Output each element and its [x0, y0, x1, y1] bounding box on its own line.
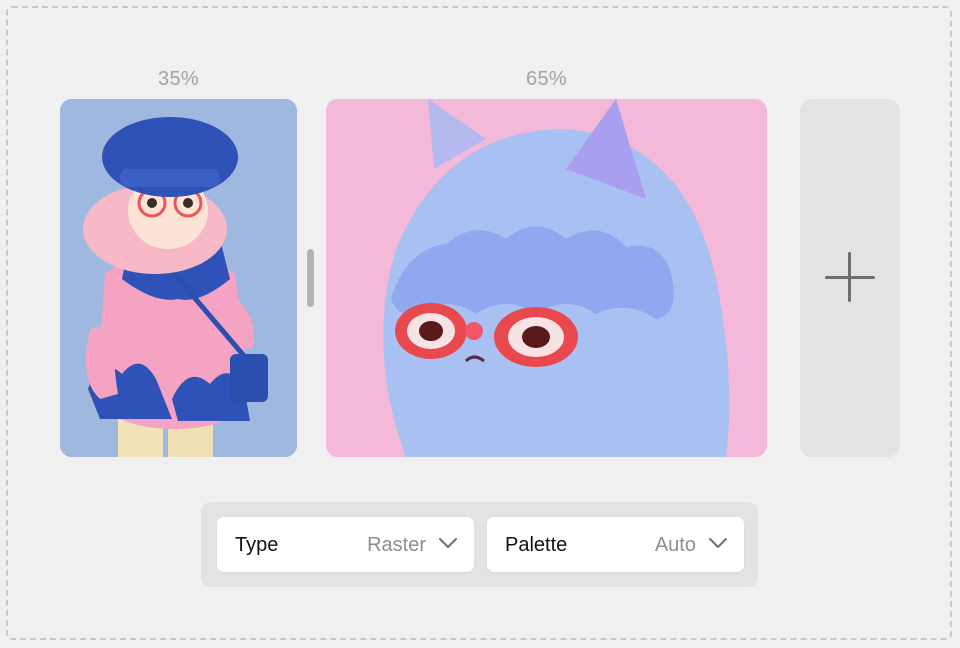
type-select[interactable]: Type Raster — [217, 517, 474, 572]
options-toolbar: Type Raster Palette Auto — [201, 502, 758, 587]
furry-monster-illustration — [326, 99, 767, 457]
left-ratio-label: 35% — [158, 68, 199, 90]
resize-handle[interactable] — [307, 249, 314, 307]
plus-icon-horizontal — [825, 276, 875, 279]
type-select-value: Raster — [367, 534, 426, 556]
chevron-down-icon — [439, 538, 457, 548]
chevron-down-icon — [709, 538, 727, 548]
girl-illustration — [60, 99, 297, 457]
palette-select-label: Palette — [505, 534, 568, 556]
palette-select[interactable]: Palette Auto — [487, 517, 744, 572]
type-select-label: Type — [235, 534, 279, 556]
right-ratio-label: 65% — [526, 68, 567, 90]
add-panel-button[interactable] — [800, 99, 900, 457]
right-image-panel[interactable] — [326, 99, 767, 457]
left-image-panel[interactable] — [60, 99, 297, 457]
palette-select-value: Auto — [654, 534, 696, 556]
